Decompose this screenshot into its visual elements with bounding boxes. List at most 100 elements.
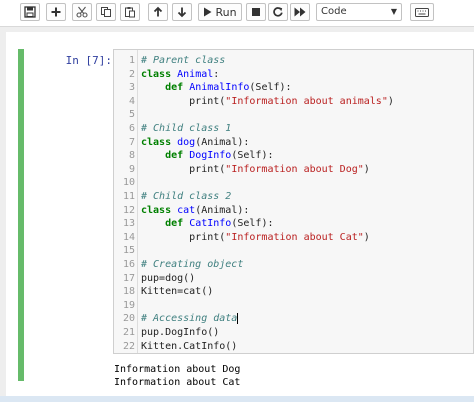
code-token: CatInfo bbox=[189, 218, 232, 230]
code-token: DogInfo bbox=[189, 150, 232, 162]
code-token: dog bbox=[177, 136, 196, 148]
line-number: 1 bbox=[128, 55, 135, 66]
input-prompt: In [7]: bbox=[65, 54, 112, 67]
code-token: "Information about Dog" bbox=[225, 163, 364, 175]
code-text: # Creating object bbox=[141, 258, 243, 271]
line-number: 14 bbox=[122, 231, 135, 243]
run-button[interactable]: Run bbox=[198, 3, 242, 21]
restart-run-all-button[interactable] bbox=[290, 3, 310, 21]
fast-forward-icon bbox=[294, 7, 306, 17]
code-text: pup=dog() bbox=[141, 272, 195, 285]
copy-button[interactable] bbox=[96, 3, 116, 21]
code-token: (Self): bbox=[231, 218, 274, 230]
code-token: # Accessing data bbox=[141, 313, 238, 325]
code-token: class bbox=[141, 204, 172, 216]
line-number: 2 bbox=[128, 68, 135, 80]
code-line[interactable]: 5 bbox=[114, 108, 474, 121]
code-text: class Animal: bbox=[141, 68, 219, 81]
code-text: # Child class 2 bbox=[141, 190, 231, 203]
code-line[interactable]: 3 def AnimalInfo(Self): bbox=[114, 81, 474, 94]
move-down-button[interactable] bbox=[172, 3, 192, 21]
code-line[interactable]: 20 # Accessing data bbox=[114, 312, 474, 325]
code-line[interactable]: 10 bbox=[114, 176, 474, 189]
line-number: 21 bbox=[122, 327, 135, 338]
code-line[interactable]: 14 print("Information about Cat") bbox=[114, 231, 474, 244]
cell-type-select[interactable]: Code ▼ bbox=[316, 3, 402, 21]
code-token: ) bbox=[363, 231, 370, 243]
code-text: # Child class 1 bbox=[141, 122, 231, 135]
code-text: # Accessing data bbox=[141, 312, 239, 325]
cut-button[interactable] bbox=[72, 3, 92, 21]
code-line[interactable]: 16 # Creating object bbox=[114, 258, 474, 271]
code-line[interactable]: 7 class dog(Animal): bbox=[114, 136, 474, 149]
code-text: print("Information about animals") bbox=[141, 95, 394, 108]
code-line[interactable]: 13 def CatInfo(Self): bbox=[114, 217, 474, 230]
restart-button[interactable] bbox=[268, 3, 288, 21]
code-token: Kitten.CatInfo() bbox=[141, 340, 238, 352]
interrupt-button[interactable] bbox=[246, 3, 266, 21]
code-line[interactable]: 19 bbox=[114, 299, 474, 312]
paste-button[interactable] bbox=[120, 3, 140, 21]
code-line[interactable]: 9 print("Information about Dog") bbox=[114, 163, 474, 176]
code-line[interactable]: 15 bbox=[114, 244, 474, 257]
code-text: Kitten=cat() bbox=[141, 285, 213, 298]
code-line[interactable]: 12 class cat(Animal): bbox=[114, 204, 474, 217]
code-line[interactable]: 22 Kitten.CatInfo() bbox=[114, 340, 474, 353]
line-number: 5 bbox=[128, 109, 135, 121]
stop-icon bbox=[252, 8, 260, 16]
code-line[interactable]: 11 # Child class 2 bbox=[114, 190, 474, 203]
insert-cell-button[interactable] bbox=[46, 3, 66, 21]
line-number: 3 bbox=[128, 82, 135, 94]
code-token: Kitten=cat() bbox=[141, 286, 214, 298]
code-line[interactable]: 8 def DogInfo(Self): bbox=[114, 149, 474, 162]
code-line[interactable]: 4 print("Information about animals") bbox=[114, 95, 474, 108]
code-token: def bbox=[165, 150, 184, 162]
line-number: 13 bbox=[122, 218, 135, 230]
code-text: class dog(Animal): bbox=[141, 136, 249, 149]
code-token: pup.DogInfo() bbox=[141, 327, 220, 338]
code-token: Animal bbox=[177, 68, 214, 80]
command-palette-button[interactable] bbox=[410, 3, 434, 21]
code-line[interactable]: 17 pup=dog() bbox=[114, 272, 474, 285]
code-token: # Parent class bbox=[141, 55, 226, 66]
line-number: 9 bbox=[128, 163, 135, 175]
code-token: # Creating object bbox=[141, 259, 244, 270]
line-number: 16 bbox=[122, 259, 135, 270]
code-line[interactable]: 6 # Child class 1 bbox=[114, 122, 474, 135]
line-number: 18 bbox=[122, 286, 135, 298]
arrow-down-icon bbox=[177, 7, 187, 18]
code-text: # Parent class bbox=[141, 54, 225, 67]
bottom-bar bbox=[0, 396, 474, 402]
code-token: def bbox=[165, 218, 184, 230]
cell-output: Information about Dog Information about C… bbox=[114, 363, 414, 389]
text-cursor bbox=[237, 312, 239, 324]
code-token: # Child class 2 bbox=[141, 191, 232, 202]
play-icon bbox=[204, 7, 212, 17]
line-number: 6 bbox=[128, 123, 135, 134]
line-number: 7 bbox=[128, 136, 135, 148]
code-line[interactable]: 18 Kitten=cat() bbox=[114, 285, 474, 298]
code-line[interactable]: 1 # Parent class bbox=[114, 54, 474, 67]
code-token: (Animal): bbox=[195, 136, 250, 148]
code-text: class cat(Animal): bbox=[141, 204, 249, 217]
code-editor[interactable]: 1 # Parent class 2 class Animal: 3 def Anima… bbox=[113, 49, 474, 354]
chevron-down-icon: ▼ bbox=[390, 7, 397, 16]
line-number: 15 bbox=[122, 245, 135, 257]
code-line[interactable]: 21 pup.DogInfo() bbox=[114, 326, 474, 339]
output-line: Information about Cat bbox=[114, 377, 241, 388]
move-up-button[interactable] bbox=[148, 3, 168, 21]
keyboard-icon bbox=[415, 7, 429, 17]
code-line[interactable]: 2 class Animal: bbox=[114, 68, 474, 81]
line-number: 19 bbox=[122, 299, 135, 311]
plus-icon bbox=[51, 7, 61, 17]
code-token: ) bbox=[363, 163, 370, 175]
save-button[interactable] bbox=[20, 3, 40, 21]
code-token: class bbox=[141, 136, 172, 148]
code-token: "Information about Cat" bbox=[225, 231, 364, 243]
code-text: def CatInfo(Self): bbox=[141, 217, 274, 230]
line-number: 10 bbox=[122, 177, 135, 189]
line-number: 8 bbox=[128, 150, 135, 162]
code-token: pup=dog() bbox=[141, 272, 196, 284]
